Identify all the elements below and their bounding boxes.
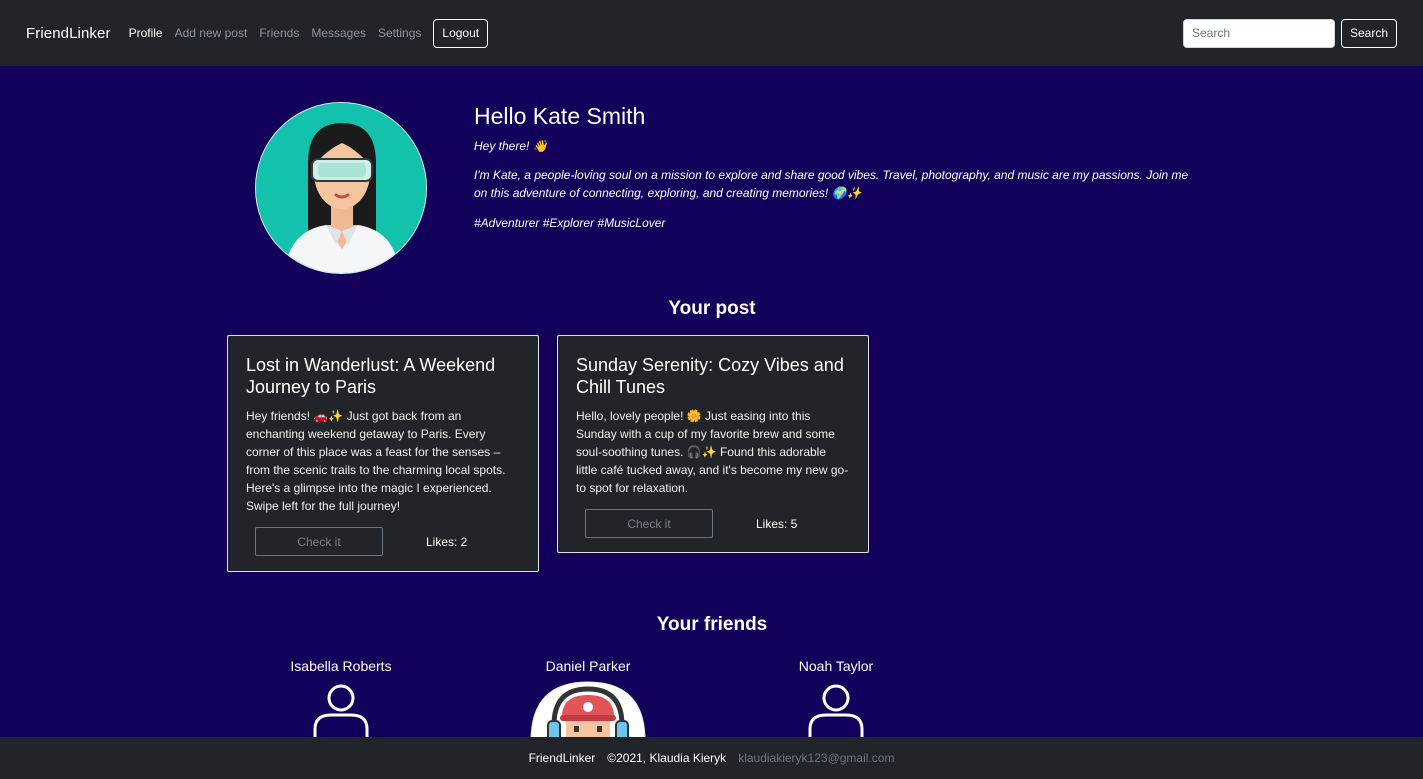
post-title: Sunday Serenity: Cozy Vibes and Chill Tu…: [576, 355, 844, 397]
post-body: Hey friends! 🚗✨ Just got back from an en…: [246, 409, 506, 513]
friend-name[interactable]: Isabella Roberts: [241, 658, 441, 674]
friend-name[interactable]: Daniel Parker: [488, 658, 688, 674]
search-input[interactable]: [1182, 18, 1335, 48]
profile-greeting: Hello Kate Smith: [474, 103, 646, 129]
post-card: Lost in Wanderlust: A Weekend Journey to…: [227, 335, 539, 572]
check-it-button[interactable]: Check it: [585, 509, 713, 538]
post-footer: Check it Likes: 2: [246, 527, 520, 556]
profile-avatar: [255, 102, 427, 274]
profile-tagline: Hey there! 👋: [474, 139, 548, 153]
footer: FriendLinker ©2021, Klaudia Kieryk klaud…: [0, 737, 1423, 779]
gamer-avatar-icon: [530, 681, 646, 742]
footer-email-link[interactable]: klaudiakieryk123@gmail.com: [738, 751, 894, 765]
footer-brand: FriendLinker: [528, 751, 596, 765]
profile-bio: I'm Kate, a people-loving soul on a miss…: [474, 168, 1189, 200]
post-footer: Check it Likes: 5: [576, 509, 850, 538]
posts-section-title: Your post: [668, 298, 756, 319]
navbar: FriendLinker Profile Add new post Friend…: [0, 0, 1423, 66]
post-title: Lost in Wanderlust: A Weekend Journey to…: [246, 355, 496, 397]
profile-hashtags: #Adventurer #Explorer #MusicLover: [474, 216, 666, 230]
friend-name[interactable]: Noah Taylor: [736, 658, 936, 674]
check-it-button[interactable]: Check it: [255, 527, 383, 556]
post-likes: Likes: 5: [756, 516, 798, 531]
nav-add-new-post[interactable]: Add new post: [175, 26, 248, 40]
woman-avatar-illustration: [256, 103, 426, 273]
footer-copyright: ©2021, Klaudia Kieryk: [607, 751, 727, 765]
nav-links: Profile Add new post Friends Messages Se…: [129, 18, 489, 48]
brand-link[interactable]: FriendLinker: [26, 25, 111, 42]
post-likes: Likes: 2: [426, 534, 468, 549]
post-card: Sunday Serenity: Cozy Vibes and Chill Tu…: [557, 335, 869, 553]
nav-settings[interactable]: Settings: [378, 26, 421, 40]
friends-section-title: Your friends: [656, 614, 768, 635]
search-button[interactable]: Search: [1340, 18, 1397, 48]
logout-button[interactable]: Logout: [433, 18, 489, 48]
nav-friends[interactable]: Friends: [259, 26, 299, 40]
search-form: Search: [1182, 18, 1397, 48]
nav-profile[interactable]: Profile: [129, 26, 163, 40]
nav-messages[interactable]: Messages: [311, 26, 366, 40]
post-body: Hello, lovely people! 🌼 Just easing into…: [576, 409, 849, 495]
